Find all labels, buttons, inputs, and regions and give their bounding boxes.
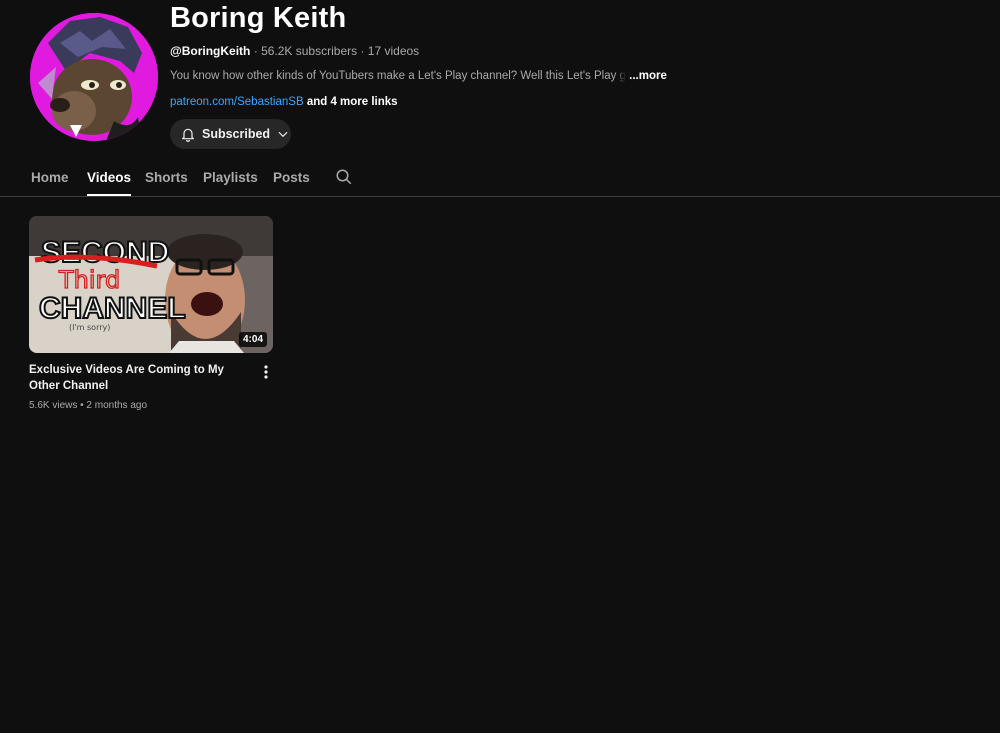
video-views: 5.6K views bbox=[29, 400, 78, 411]
channel-tabs: Home Videos Shorts Playlists Posts bbox=[0, 160, 1000, 197]
search-icon[interactable] bbox=[335, 168, 353, 186]
more-links-button[interactable]: and 4 more links bbox=[307, 96, 398, 108]
description-more-button[interactable]: ...more bbox=[629, 70, 667, 82]
video-duration: 4:04 bbox=[238, 332, 267, 347]
description-fade: g bbox=[616, 70, 626, 82]
channel-name: Boring Keith bbox=[170, 2, 347, 34]
video-title[interactable]: Exclusive Videos Are Coming to My Other … bbox=[29, 362, 244, 394]
bell-icon bbox=[182, 128, 194, 142]
video-card[interactable]: SECOND Third CHANNEL (I'm sorry) 4:04 Ex… bbox=[29, 216, 273, 411]
thumbnail-text-third: Third bbox=[58, 266, 120, 294]
subscriber-count: 56.2K subscribers bbox=[261, 44, 358, 58]
description-text: You know how other kinds of YouTubers ma… bbox=[170, 70, 617, 82]
video-meta: 5.6K views • 2 months ago bbox=[29, 400, 147, 411]
channel-avatar bbox=[30, 13, 158, 141]
patreon-link[interactable]: patreon.com/SebastianSB bbox=[170, 96, 304, 108]
tab-posts[interactable]: Posts bbox=[273, 170, 310, 185]
tab-playlists[interactable]: Playlists bbox=[203, 170, 258, 185]
video-age: 2 months ago bbox=[86, 400, 148, 411]
tab-videos[interactable]: Videos bbox=[87, 170, 132, 196]
thumbnail-text-sorry: (I'm sorry) bbox=[69, 323, 110, 332]
subscribed-button[interactable]: Subscribed bbox=[170, 119, 291, 149]
subscribed-label: Subscribed bbox=[202, 127, 271, 141]
channel-description[interactable]: You know how other kinds of YouTubers ma… bbox=[170, 70, 667, 82]
tab-home[interactable]: Home bbox=[31, 170, 69, 185]
meta-separator: · bbox=[253, 44, 262, 58]
thumbnail-text-channel: CHANNEL bbox=[39, 292, 186, 325]
tab-shorts[interactable]: Shorts bbox=[145, 170, 188, 185]
more-vert-icon[interactable] bbox=[258, 364, 274, 380]
video-thumbnail[interactable]: SECOND Third CHANNEL (I'm sorry) 4:04 bbox=[29, 216, 273, 353]
video-count: 17 videos bbox=[367, 44, 420, 58]
channel-handle: @BoringKeith bbox=[170, 44, 251, 58]
channel-links: patreon.com/SebastianSB and 4 more links bbox=[170, 96, 398, 108]
meta-separator: · bbox=[360, 44, 368, 58]
channel-meta: @BoringKeith · 56.2K subscribers · 17 vi… bbox=[170, 44, 419, 58]
chevron-down-icon bbox=[278, 131, 288, 138]
